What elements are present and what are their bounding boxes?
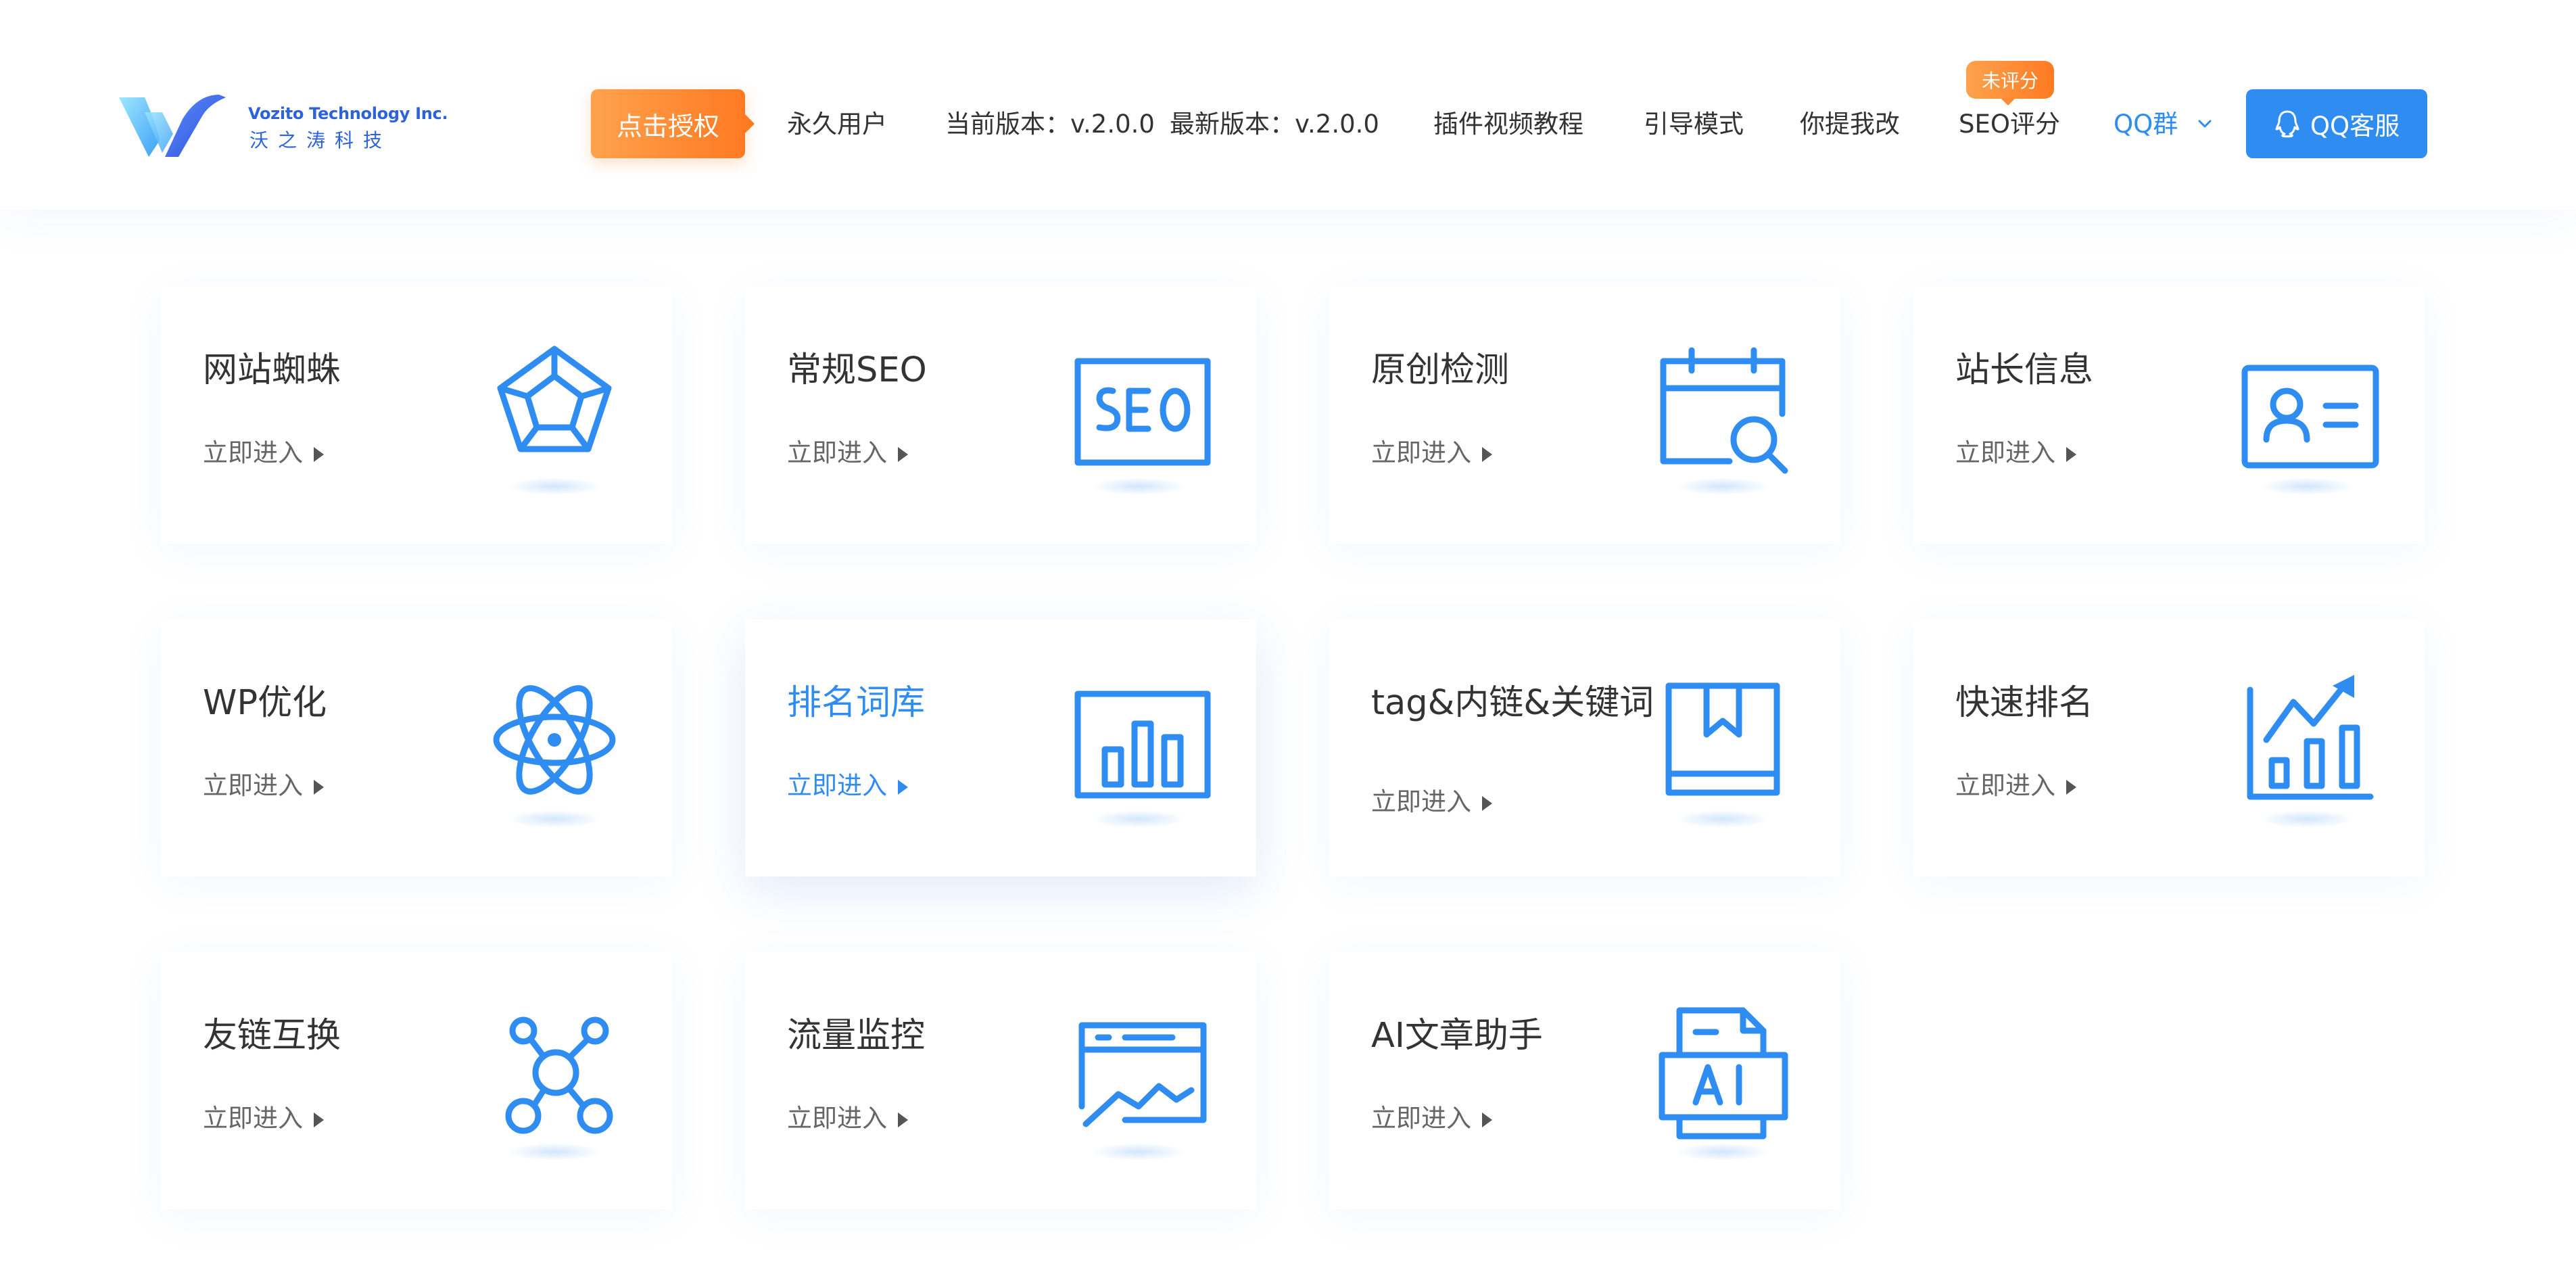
qq-penguin-icon xyxy=(2275,110,2299,138)
card-enter-link[interactable]: 立即进入 xyxy=(1955,768,2076,803)
top-navigation-bar: Vozito Technology Inc. 沃之涛科技 点击授权 永久用户 当… xyxy=(0,0,2576,210)
card-enter-link[interactable]: 立即进入 xyxy=(1371,785,1492,820)
card-traffic-monitor[interactable]: 流量监控 立即进入 xyxy=(745,952,1256,1209)
card-originality-check[interactable]: 原创检测 立即进入 xyxy=(1329,287,1840,544)
card-friend-link-exchange[interactable]: 友链互换 立即进入 xyxy=(161,952,672,1209)
card-title: 站长信息 xyxy=(1955,350,2094,390)
caret-right-icon xyxy=(1482,446,1492,462)
caret-right-icon xyxy=(314,779,324,795)
current-version-text: 当前版本：v.2.0.0 xyxy=(945,110,1155,139)
ai-document-icon xyxy=(1659,1007,1788,1140)
seo-icon xyxy=(1074,358,1211,466)
calendar-search-icon xyxy=(1660,347,1788,474)
logo-chinese-name: 沃之涛科技 xyxy=(249,129,392,151)
card-enter-link[interactable]: 立即进入 xyxy=(203,1101,324,1136)
card-title: 排名词库 xyxy=(787,683,926,723)
caret-right-icon xyxy=(898,446,908,462)
caret-right-icon xyxy=(314,446,324,462)
card-title: 友链互换 xyxy=(203,1016,341,1056)
latest-version-text: 最新版本：v.2.0.0 xyxy=(1170,110,1379,139)
card-wp-optimize[interactable]: WP优化 立即进入 xyxy=(161,619,672,876)
card-title: 流量监控 xyxy=(787,1016,926,1056)
card-title: 快速排名 xyxy=(1955,683,2094,723)
caret-right-icon xyxy=(314,1112,324,1127)
card-enter-link[interactable]: 立即进入 xyxy=(787,436,908,471)
spider-web-icon xyxy=(497,346,612,452)
logo-english-name: Vozito Technology Inc. xyxy=(248,104,448,123)
network-nodes-icon xyxy=(505,1016,613,1134)
caret-right-icon xyxy=(898,779,908,795)
card-enter-link[interactable]: 立即进入 xyxy=(787,768,908,803)
caret-right-icon xyxy=(1482,795,1492,811)
id-card-icon xyxy=(2241,365,2379,469)
card-webmaster-info[interactable]: 站长信息 立即进入 xyxy=(1913,287,2425,544)
card-title: 网站蜘蛛 xyxy=(203,350,341,390)
nav-seo-score[interactable]: SEO评分 xyxy=(1959,107,2060,142)
card-title: WP优化 xyxy=(203,683,327,723)
card-regular-seo[interactable]: 常规SEO 立即进入 xyxy=(745,287,1256,544)
card-title: AI文章助手 xyxy=(1371,1016,1543,1056)
trend-up-chart-icon xyxy=(2247,675,2374,800)
logo-mark-icon xyxy=(119,95,226,157)
caret-right-icon xyxy=(2066,779,2076,795)
caret-right-icon xyxy=(1482,1112,1492,1127)
card-fast-ranking[interactable]: 快速排名 立即进入 xyxy=(1913,619,2425,876)
atom-icon xyxy=(493,685,616,795)
qq-service-button[interactable]: QQ客服 xyxy=(2246,89,2427,158)
nav-permanent-user[interactable]: 永久用户 xyxy=(787,107,887,142)
bookmark-book-icon xyxy=(1665,682,1780,796)
card-enter-link[interactable]: 立即进入 xyxy=(203,768,324,803)
qq-group-label: QQ群 xyxy=(2114,110,2178,139)
card-ai-article-assistant[interactable]: AI文章助手 立即进入 xyxy=(1329,952,1840,1209)
card-website-spider[interactable]: 网站蜘蛛 立即进入 xyxy=(161,287,672,544)
card-enter-link[interactable]: 立即进入 xyxy=(1955,436,2076,471)
chevron-down-icon xyxy=(2198,120,2212,128)
nav-video-tutorial[interactable]: 插件视频教程 xyxy=(1433,107,1583,142)
card-ranking-keywords[interactable]: 排名词库 立即进入 xyxy=(745,619,1256,876)
qq-group-dropdown[interactable]: QQ群 xyxy=(2114,107,2212,142)
authorize-button[interactable]: 点击授权 xyxy=(591,89,755,158)
card-enter-link[interactable]: 立即进入 xyxy=(1371,1101,1492,1136)
seo-score-badge: 未评分 xyxy=(1966,61,2054,106)
company-logo[interactable]: Vozito Technology Inc. 沃之涛科技 xyxy=(118,92,448,163)
card-enter-link[interactable]: 立即进入 xyxy=(203,436,324,471)
card-title: 常规SEO xyxy=(787,350,927,390)
card-enter-link[interactable]: 立即进入 xyxy=(1371,436,1492,471)
caret-right-icon xyxy=(898,1112,908,1127)
nav-guide-mode[interactable]: 引导模式 xyxy=(1644,107,1744,142)
bar-chart-icon xyxy=(1074,690,1211,799)
card-enter-link[interactable]: 立即进入 xyxy=(787,1101,908,1136)
card-tag-links-keywords[interactable]: tag&内链&关键词 立即进入 xyxy=(1329,619,1840,876)
nav-feedback[interactable]: 你提我改 xyxy=(1800,107,1900,142)
qq-service-label: QQ客服 xyxy=(2310,112,2400,141)
card-title: 原创检测 xyxy=(1371,350,1510,390)
card-title: tag&内链&关键词 xyxy=(1371,683,1654,723)
caret-right-icon xyxy=(2066,446,2076,462)
traffic-monitor-icon xyxy=(1078,1022,1207,1127)
